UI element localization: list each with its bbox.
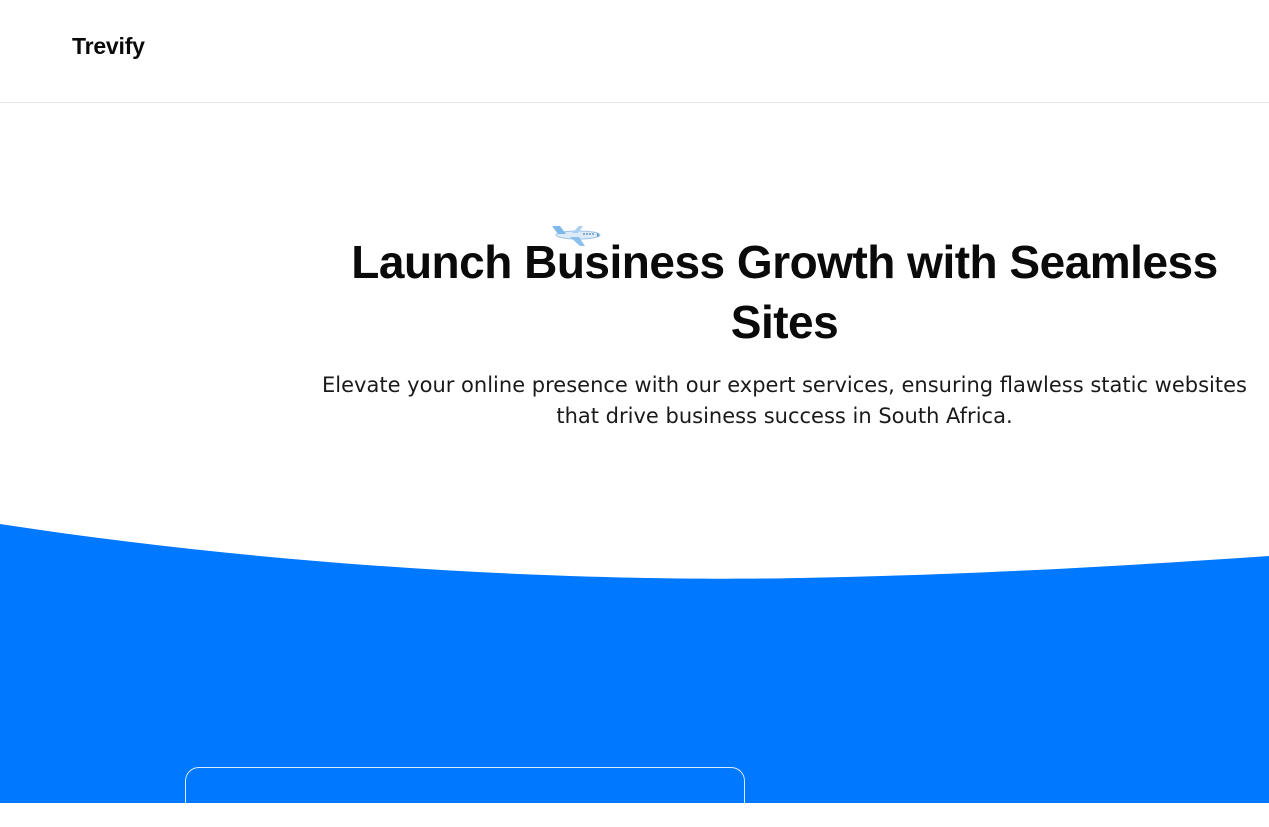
logo-link[interactable]: Trevify	[72, 33, 145, 60]
hero-section: Launch Business Growth with Seamless Sit…	[300, 220, 1269, 432]
blue-wave-background	[0, 524, 1269, 803]
content-card	[185, 767, 745, 827]
hero-subtitle: Elevate your online presence with our ex…	[322, 373, 1247, 428]
airplane-icon	[552, 226, 601, 246]
site-header: Trevify	[0, 0, 1269, 103]
hero-title: Launch Business Growth with Seamless Sit…	[300, 226, 1269, 352]
hero-title-text: Launch Business Growth with Seamless Sit…	[351, 236, 1218, 348]
